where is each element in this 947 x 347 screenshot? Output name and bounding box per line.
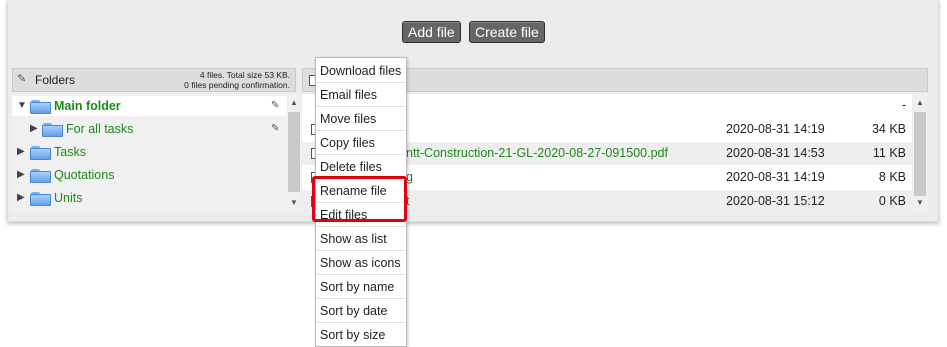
menu-item-download-files[interactable]: Download files [316,59,406,83]
menu-item-move-files[interactable]: Move files [316,107,406,131]
folder-icon [42,123,63,137]
folder-item-main-folder[interactable]: ▼ Main folder ✎ [12,96,287,116]
scroll-up-arrow-icon[interactable]: ▲ [913,98,927,107]
scroll-up-arrow-icon[interactable]: ▲ [287,98,301,107]
file-name[interactable]: ntt-Construction-21-GL-2020-08-27-091500… [406,142,668,165]
scrollbar-thumb[interactable] [914,112,926,196]
menu-item-sort-by-size[interactable]: Sort by size [316,323,406,347]
menu-item-sort-by-name[interactable]: Sort by name [316,275,406,299]
folder-label[interactable]: Main folder [54,96,121,116]
expand-triangle-icon[interactable]: ▶ [17,165,25,185]
folder-item-tasks[interactable]: ▶ Tasks [12,142,287,162]
menu-item-copy-files[interactable]: Copy files [316,131,406,155]
file-size: 11 KB [872,146,906,160]
add-file-button[interactable]: Add file [402,21,461,43]
folders-title: Folders [35,73,76,87]
folder-icon [30,146,51,160]
scroll-down-arrow-icon[interactable]: ▼ [287,198,301,207]
pencil-icon[interactable]: ✎ [271,119,279,139]
menu-item-email-files[interactable]: Email files [316,83,406,107]
expand-triangle-icon[interactable]: ▶ [17,142,25,162]
file-size: 34 KB [871,122,906,136]
file-size: 8 KB [878,170,906,184]
scrollbar-thumb[interactable] [288,112,300,192]
folder-stats-total: 4 files. Total size 53 KB. [199,70,290,80]
highlight-box [312,176,407,222]
folders-header: ✎ Folders 4 files. Total size 53 KB. 0 f… [12,68,296,92]
parent-row-dash: - [901,98,906,112]
folder-icon [30,169,51,183]
folder-tree-scrollbar[interactable]: ▲ ▼ [287,94,301,212]
file-date: 2020-08-31 14:19 [726,170,825,184]
expand-triangle-icon[interactable]: ▶ [17,188,25,208]
menu-item-sort-by-date[interactable]: Sort by date [316,299,406,323]
menu-item-show-as-icons[interactable]: Show as icons [316,251,406,275]
folder-label[interactable]: Units [54,188,82,208]
pencil-icon[interactable]: ✎ [17,72,26,85]
folder-stats: 4 files. Total size 53 KB. 0 files pendi… [184,70,290,90]
pencil-icon[interactable]: ✎ [271,96,279,116]
file-date: 2020-08-31 14:53 [726,146,825,160]
folder-item-units[interactable]: ▶ Units [12,188,287,208]
folder-label[interactable]: Quotations [54,165,114,185]
file-name[interactable]: g [406,166,413,189]
file-size: 0 KB [878,194,906,208]
folder-icon [30,100,51,114]
folder-item-for-all-tasks[interactable]: ▶ For all tasks ✎ [12,119,287,139]
expand-triangle-icon[interactable]: ▶ [30,119,38,139]
folder-icon [30,192,51,206]
scroll-down-arrow-icon[interactable]: ▼ [913,198,927,207]
folder-label[interactable]: For all tasks [66,119,133,139]
files-list-scrollbar[interactable]: ▲ ▼ [913,94,927,212]
menu-item-show-as-list[interactable]: Show as list [316,227,406,251]
file-date: 2020-08-31 15:12 [726,194,825,208]
folder-stats-pending: 0 files pending confirmation. [184,80,290,90]
file-date: 2020-08-31 14:19 [726,122,825,136]
collapse-triangle-icon[interactable]: ▼ [17,96,27,116]
create-file-button[interactable]: Create file [469,21,545,43]
folder-label[interactable]: Tasks [54,142,86,162]
folder-tree: ▼ Main folder ✎ ▶ For all tasks ✎ ▶ Task… [12,94,287,212]
folder-item-quotations[interactable]: ▶ Quotations [12,165,287,185]
